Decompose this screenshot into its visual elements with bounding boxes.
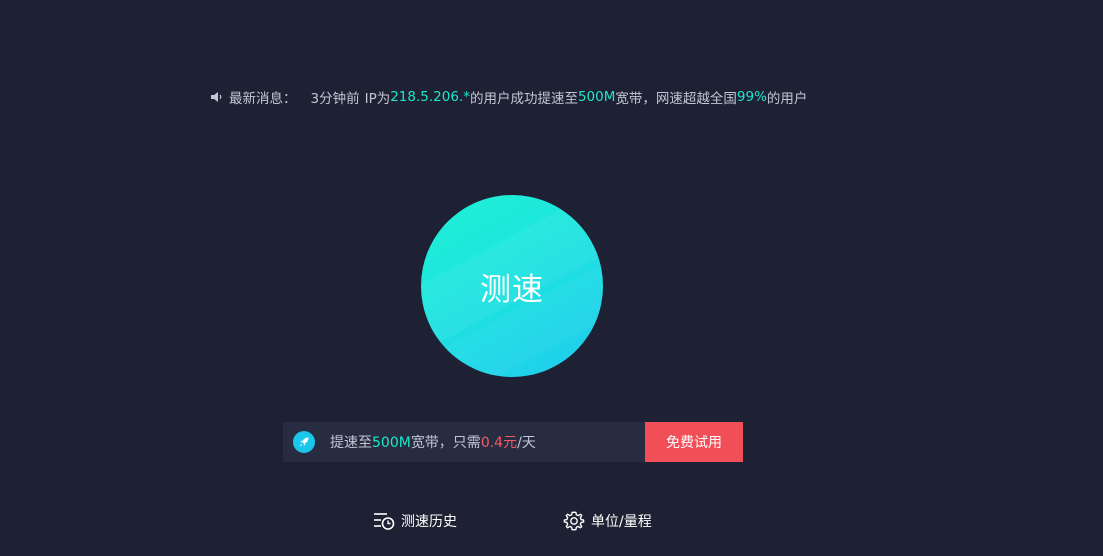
news-mid1: 的用户成功提速至 <box>469 91 578 107</box>
history-icon <box>374 513 395 530</box>
promo-speed: 500M <box>372 435 411 451</box>
news-label: 最新消息： <box>229 91 297 107</box>
speed-test-button[interactable]: 测速 <box>421 195 603 377</box>
rocket-icon <box>293 431 315 453</box>
unit-range-label: 单位/量程 <box>591 514 652 530</box>
speed-history-label: 测速历史 <box>401 514 457 530</box>
news-ip: 218.5.206.* <box>390 89 470 105</box>
promo-text: 提速至500M宽带，只需0.4元/天 <box>330 432 645 452</box>
speed-history-link[interactable]: 测速历史 <box>373 509 457 533</box>
news-percent: 99% <box>736 89 767 105</box>
speaker-icon <box>210 90 224 104</box>
unit-range-link[interactable]: 单位/量程 <box>563 509 652 533</box>
news-time: 3分钟前 <box>310 91 360 107</box>
news-mid2: 宽带，网速超越全国 <box>615 91 737 107</box>
promo-text-prefix: 提速至 <box>330 435 372 451</box>
speed-test-label: 测速 <box>480 271 544 308</box>
news-ticker: 最新消息： 3分钟前 IP为 218.5.206.* 的用户成功提速至 500M… <box>210 87 807 107</box>
news-suffix: 的用户 <box>766 91 808 107</box>
promo-price: 0.4元 <box>480 435 518 451</box>
free-trial-button[interactable]: 免费试用 <box>645 422 743 462</box>
news-ip-prefix: IP为 <box>364 91 391 107</box>
gear-icon <box>563 511 585 531</box>
news-speed: 500M <box>577 89 616 105</box>
promo-unit: /天 <box>517 435 536 451</box>
promo-text-mid: 宽带，只需 <box>410 435 481 451</box>
promo-bar: 提速至500M宽带，只需0.4元/天 免费试用 <box>283 422 743 462</box>
